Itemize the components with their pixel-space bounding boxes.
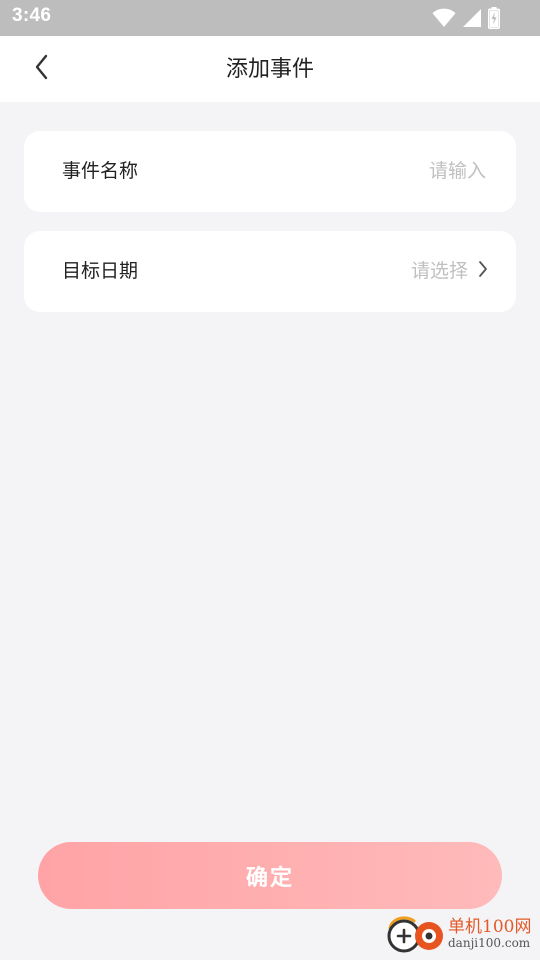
watermark-logo-icon: [384, 914, 446, 958]
watermark-site-name: 单机100网: [448, 917, 532, 937]
chevron-right-icon: [478, 260, 488, 282]
status-icons: [432, 7, 500, 29]
target-date-picker[interactable]: 请选择: [411, 255, 488, 287]
watermark: 单机100网 danji100.com: [384, 910, 534, 956]
event-name-input[interactable]: [286, 155, 486, 187]
target-date-label: 目标日期: [62, 260, 139, 282]
nav-bar: 添加事件: [0, 36, 540, 102]
wifi-icon: [432, 8, 456, 28]
confirm-button[interactable]: 确定: [38, 842, 502, 909]
status-time: 3:46: [12, 5, 52, 26]
event-name-label: 事件名称: [62, 160, 139, 182]
page-title: 添加事件: [225, 57, 314, 82]
status-bar: 3:46: [0, 0, 540, 36]
watermark-url: danji100.com: [448, 936, 531, 950]
target-date-placeholder: 请选择: [410, 260, 468, 282]
signal-icon: [462, 8, 482, 28]
event-name-row: 事件名称: [24, 131, 516, 212]
battery-charging-icon: [488, 7, 500, 29]
target-date-row[interactable]: 目标日期 请选择: [24, 231, 516, 312]
